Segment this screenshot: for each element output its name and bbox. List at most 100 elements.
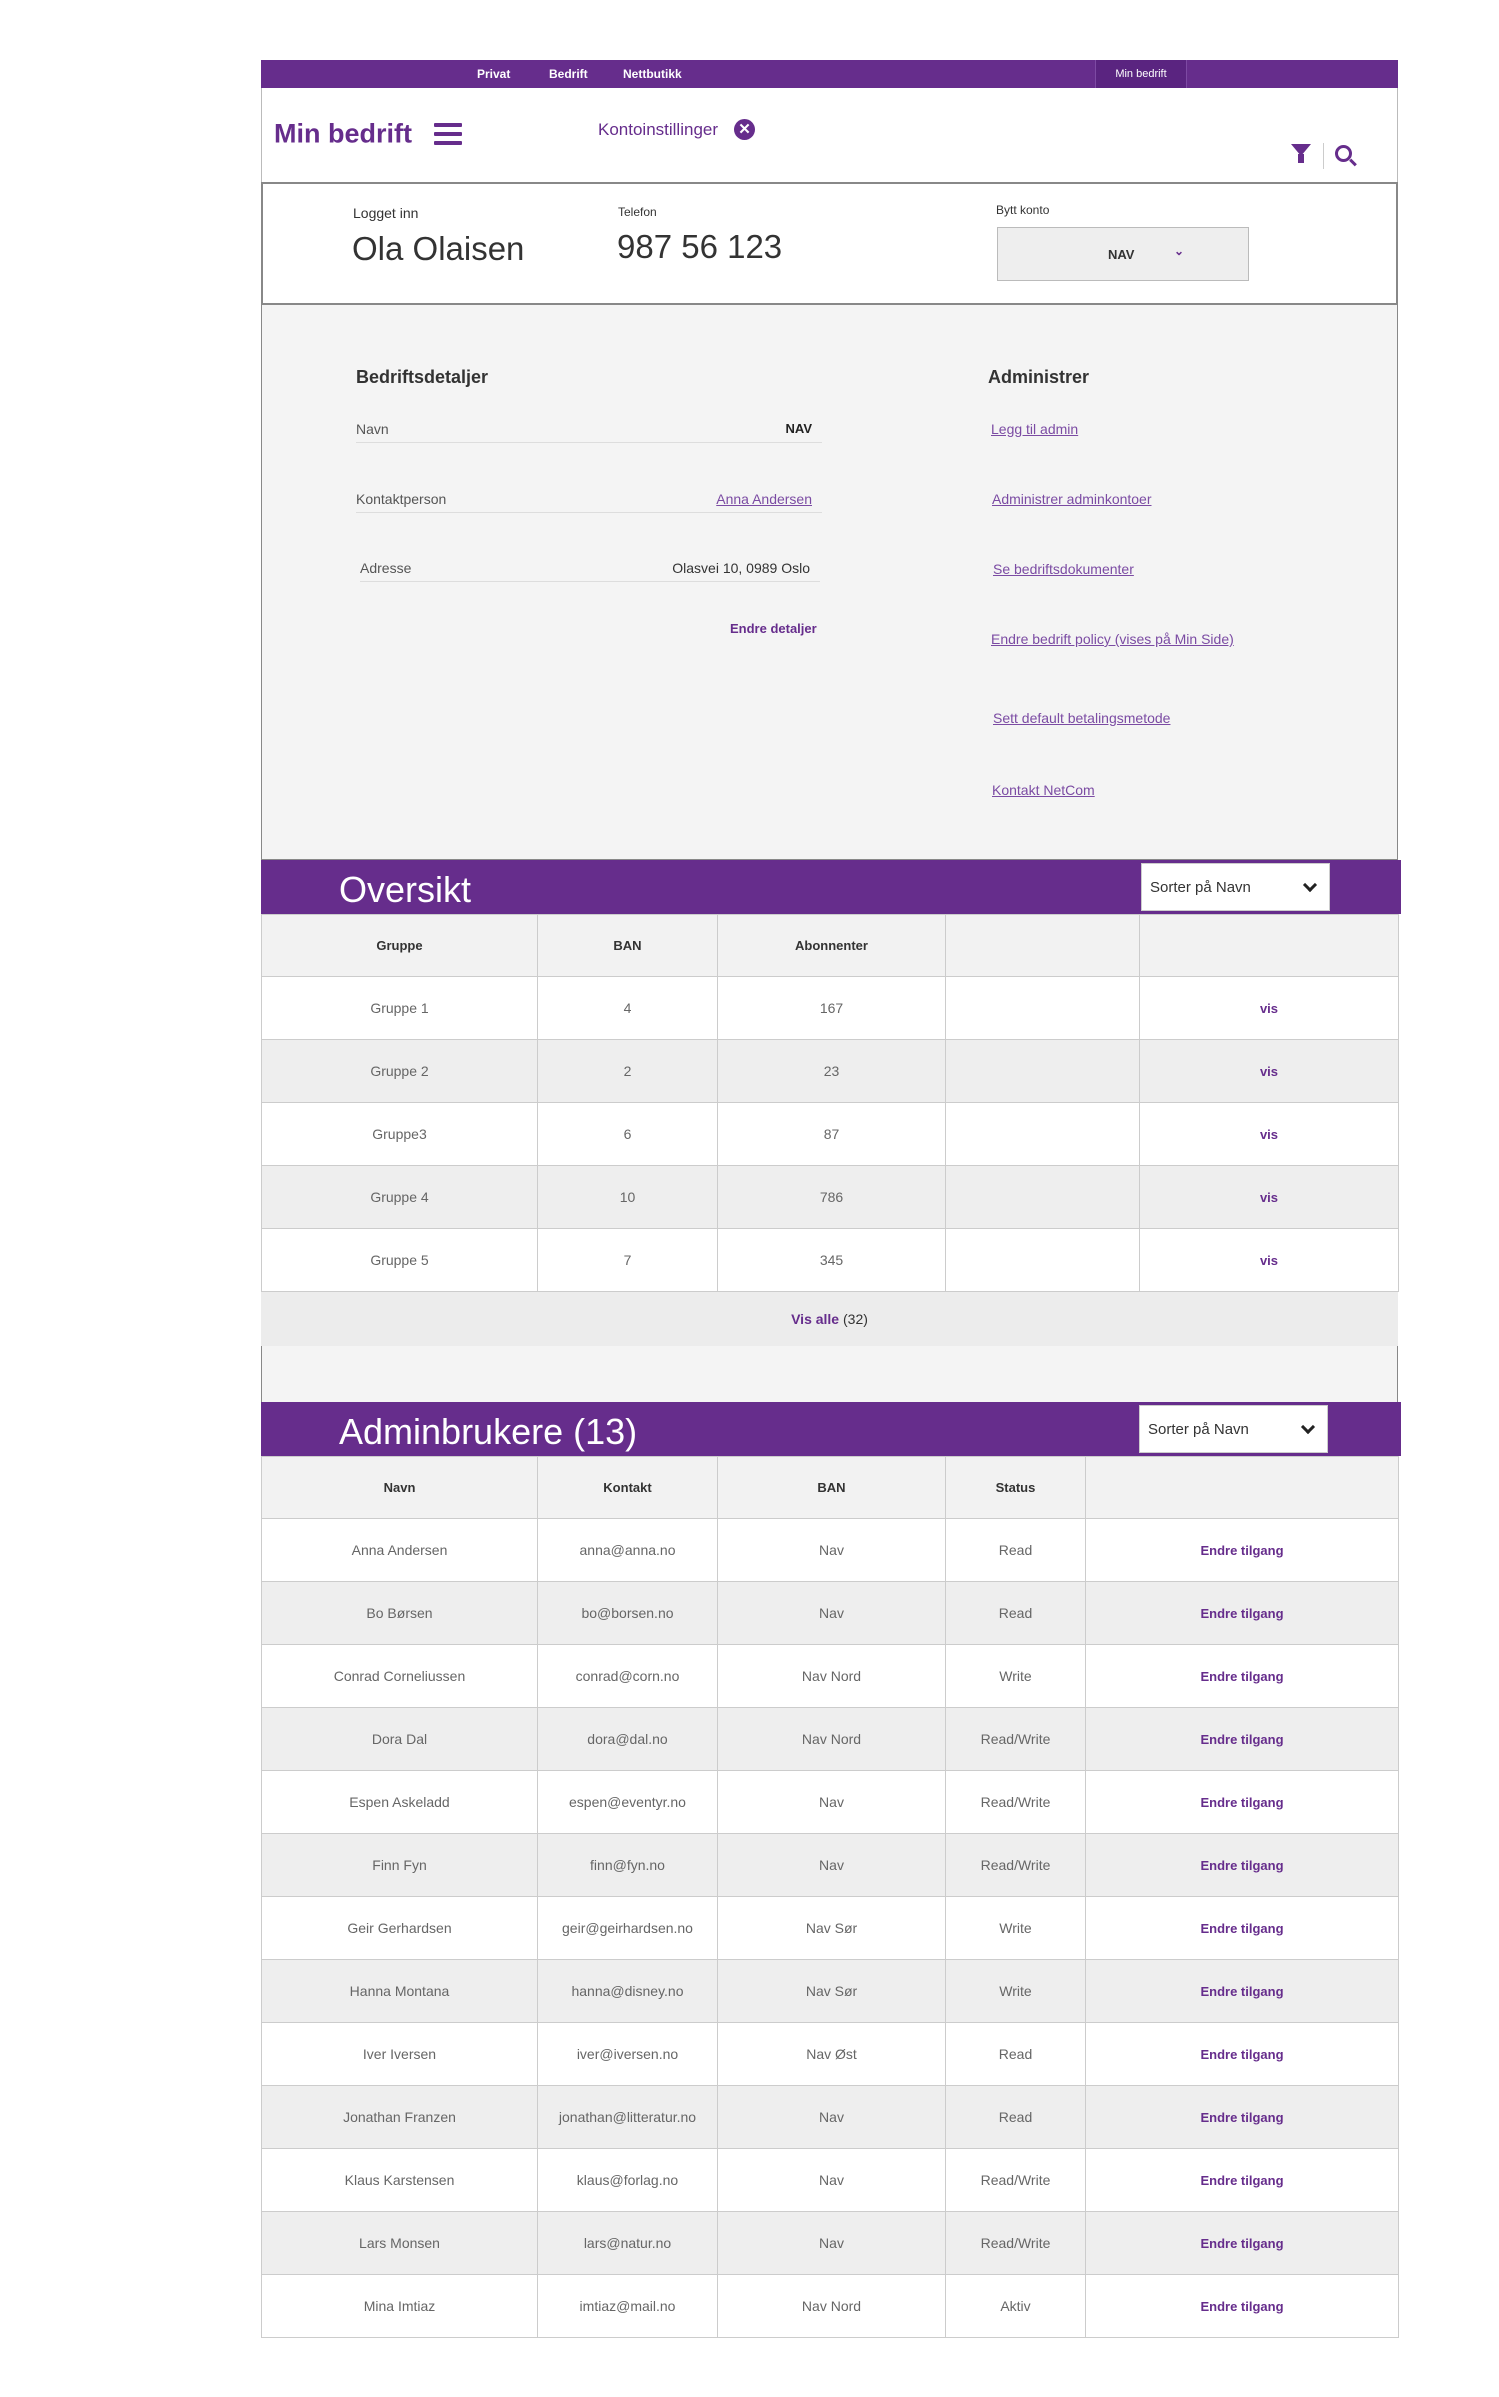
detail-row-name: Navn NAV [356, 421, 822, 443]
change-access-link[interactable]: Endre tilgang [1085, 1959, 1399, 2023]
table-cell: Geir Gerhardsen [261, 1896, 538, 1960]
table-cell: Write [945, 1896, 1086, 1960]
table-cell: 7 [537, 1228, 718, 1292]
table-cell: Hanna Montana [261, 1959, 538, 2023]
contact-person-link[interactable]: Anna Andersen [716, 491, 812, 507]
table-cell: Aktiv [945, 2274, 1086, 2338]
detail-row-address: Adresse Olasvei 10, 0989 Oslo [360, 560, 820, 582]
change-access-link[interactable]: Endre tilgang [1085, 2085, 1399, 2149]
table-cell: dora@dal.no [537, 1707, 718, 1771]
show-all-count: (32) [843, 1311, 868, 1327]
table-cell: 2 [537, 1039, 718, 1103]
change-access-link[interactable]: Endre tilgang [1085, 1518, 1399, 1582]
table-cell: Read [945, 1581, 1086, 1645]
edit-details-button[interactable]: Endre detaljer [730, 621, 817, 636]
table-row: Jonathan Franzen jonathan@litteratur.no Na… [261, 2085, 1399, 2149]
detail-row-contact: Kontaktperson Anna Andersen [356, 491, 822, 513]
table-cell: Nav Sør [717, 1896, 946, 1960]
add-admin-link[interactable]: Legg til admin [991, 421, 1078, 437]
table-cell: Nav [717, 1770, 946, 1834]
change-access-link[interactable]: Endre tilgang [1085, 1707, 1399, 1771]
change-access-link[interactable]: Endre tilgang [1085, 1581, 1399, 1645]
change-access-link[interactable]: Endre tilgang [1085, 2211, 1399, 2275]
table-cell: Nav Sør [717, 1959, 946, 2023]
show-all-bar: Vis alle (32) [261, 1292, 1398, 1346]
table-cell: Iver Iversen [261, 2022, 538, 2086]
admin-title: Administrer [988, 367, 1090, 387]
change-access-link[interactable]: Endre tilgang [1085, 2148, 1399, 2212]
close-icon[interactable]: ✕ [734, 119, 755, 140]
show-all-link[interactable]: Vis alle [791, 1311, 839, 1327]
table-cell: Nav [717, 1581, 946, 1645]
column-header [1139, 914, 1399, 977]
table-cell: Gruppe 1 [261, 976, 538, 1040]
table-cell: Espen Askeladd [261, 1770, 538, 1834]
table-cell: Nav Nord [717, 1644, 946, 1708]
column-header[interactable]: Gruppe [261, 914, 538, 977]
admin-users-table: Navn Kontakt BAN Status Anna Andersen ann… [261, 1456, 1399, 2338]
switch-account-value: NAV [1108, 247, 1135, 262]
contact-netcom-link[interactable]: Kontakt NetCom [992, 782, 1095, 798]
table-row: Gruppe 4 10 786 vis [261, 1165, 1399, 1229]
change-access-link[interactable]: Endre tilgang [1085, 1770, 1399, 1834]
table-cell: anna@anna.no [537, 1518, 718, 1582]
table-cell: jonathan@litteratur.no [537, 2085, 718, 2149]
overview-table: Gruppe BAN Abonnenter Gruppe 1 4 167 vis Gru… [261, 914, 1399, 1292]
change-access-link[interactable]: Endre tilgang [1085, 2022, 1399, 2086]
view-group-link[interactable]: vis [1139, 1165, 1399, 1229]
menu-icon[interactable] [434, 123, 462, 145]
table-cell: 4 [537, 976, 718, 1040]
change-access-link[interactable]: Endre tilgang [1085, 2274, 1399, 2338]
nav-privat[interactable]: Privat [477, 60, 510, 88]
column-header[interactable]: Status [945, 1456, 1086, 1519]
brand-title[interactable]: Min bedrift [274, 119, 412, 150]
nav-min-bedrift[interactable]: Min bedrift [1095, 60, 1187, 88]
table-cell: Read/Write [945, 2148, 1086, 2212]
account-settings-link[interactable]: Kontoinstillinger [598, 120, 718, 140]
change-access-link[interactable]: Endre tilgang [1085, 1644, 1399, 1708]
table-cell [945, 976, 1140, 1040]
table-cell: Gruppe 5 [261, 1228, 538, 1292]
table-cell: Lars Monsen [261, 2211, 538, 2275]
nav-bedrift[interactable]: Bedrift [549, 60, 588, 88]
manage-admin-accounts-link[interactable]: Administrer adminkontoer [992, 491, 1152, 507]
company-policy-link[interactable]: Endre bedrift policy (vises på Min Side) [991, 631, 1234, 647]
view-group-link[interactable]: vis [1139, 1039, 1399, 1103]
column-header[interactable]: BAN [537, 914, 718, 977]
table-cell: Nav [717, 2148, 946, 2212]
default-payment-link[interactable]: Sett default betalingsmetode [993, 710, 1170, 726]
table-cell: Nav [717, 1833, 946, 1897]
table-cell: lars@natur.no [537, 2211, 718, 2275]
table-cell: Klaus Karstensen [261, 2148, 538, 2212]
table-cell: Read [945, 1518, 1086, 1582]
column-header[interactable]: Kontakt [537, 1456, 718, 1519]
nav-nettbutikk[interactable]: Nettbutikk [623, 60, 682, 88]
column-header[interactable]: Abonnenter [717, 914, 946, 977]
logged-in-label: Logget inn [353, 205, 419, 221]
sort-value: Sorter på Navn [1150, 879, 1251, 896]
table-cell: espen@eventyr.no [537, 1770, 718, 1834]
top-navigation: Privat Bedrift Nettbutikk Min bedrift [261, 60, 1398, 88]
change-access-link[interactable]: Endre tilgang [1085, 1896, 1399, 1960]
admin-users-sort-select[interactable]: Sorter på Navn [1139, 1405, 1328, 1453]
column-header[interactable]: Navn [261, 1456, 538, 1519]
view-group-link[interactable]: vis [1139, 976, 1399, 1040]
phone-number: 987 56 123 [617, 228, 783, 265]
table-cell: Nav Øst [717, 2022, 946, 2086]
table-cell: Dora Dal [261, 1707, 538, 1771]
view-group-link[interactable]: vis [1139, 1228, 1399, 1292]
table-cell: bo@borsen.no [537, 1581, 718, 1645]
table-cell: Read/Write [945, 2211, 1086, 2275]
column-header [1085, 1456, 1399, 1519]
switch-account-select[interactable]: NAV ⌄ [997, 227, 1249, 281]
table-cell: Mina Imtiaz [261, 2274, 538, 2338]
column-header[interactable]: BAN [717, 1456, 946, 1519]
overview-sort-select[interactable]: Sorter på Navn [1141, 863, 1330, 911]
change-access-link[interactable]: Endre tilgang [1085, 1833, 1399, 1897]
view-group-link[interactable]: vis [1139, 1102, 1399, 1166]
table-row: Gruppe3 6 87 vis [261, 1102, 1399, 1166]
table-cell: conrad@corn.no [537, 1644, 718, 1708]
table-row: Mina Imtiaz imtiaz@mail.no Nav Nord Aktiv En… [261, 2274, 1399, 2338]
company-documents-link[interactable]: Se bedriftsdokumenter [993, 561, 1134, 577]
detail-label: Adresse [360, 560, 412, 576]
